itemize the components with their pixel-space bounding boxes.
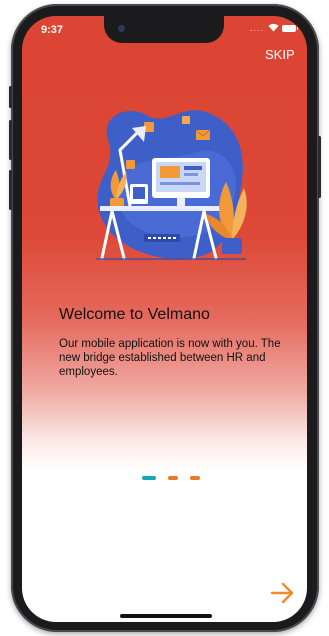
status-time: 9:37 <box>41 24 64 36</box>
desk-workspace-illustration <box>96 110 247 260</box>
page-dot[interactable] <box>168 476 178 480</box>
skip-button[interactable]: SKIP <box>265 47 295 62</box>
phone-volume-up <box>9 120 12 160</box>
page-dot[interactable] <box>190 476 200 480</box>
orange-tile-icon <box>126 160 135 169</box>
app-screen: 9:37 .... SKIP Welcome to Velmano Our mo… <box>22 16 307 622</box>
phone-volume-down <box>9 170 12 210</box>
wifi-icon <box>268 23 279 32</box>
page-dot-active[interactable] <box>142 476 156 480</box>
home-indicator[interactable] <box>120 614 212 618</box>
battery-icon <box>282 25 298 32</box>
plant-pot <box>222 238 242 254</box>
arrow-right-icon[interactable] <box>270 582 296 604</box>
onboarding-title: Welcome to Velmano <box>59 306 210 323</box>
phone-silent-switch <box>9 86 12 108</box>
orange-tile-icon <box>182 116 190 124</box>
front-camera <box>118 25 125 32</box>
phone-power-button <box>318 136 321 198</box>
desk-top <box>100 206 230 211</box>
onboarding-description: Our mobile application is now with you. … <box>59 338 281 378</box>
signal-indicator: .... <box>250 23 265 33</box>
